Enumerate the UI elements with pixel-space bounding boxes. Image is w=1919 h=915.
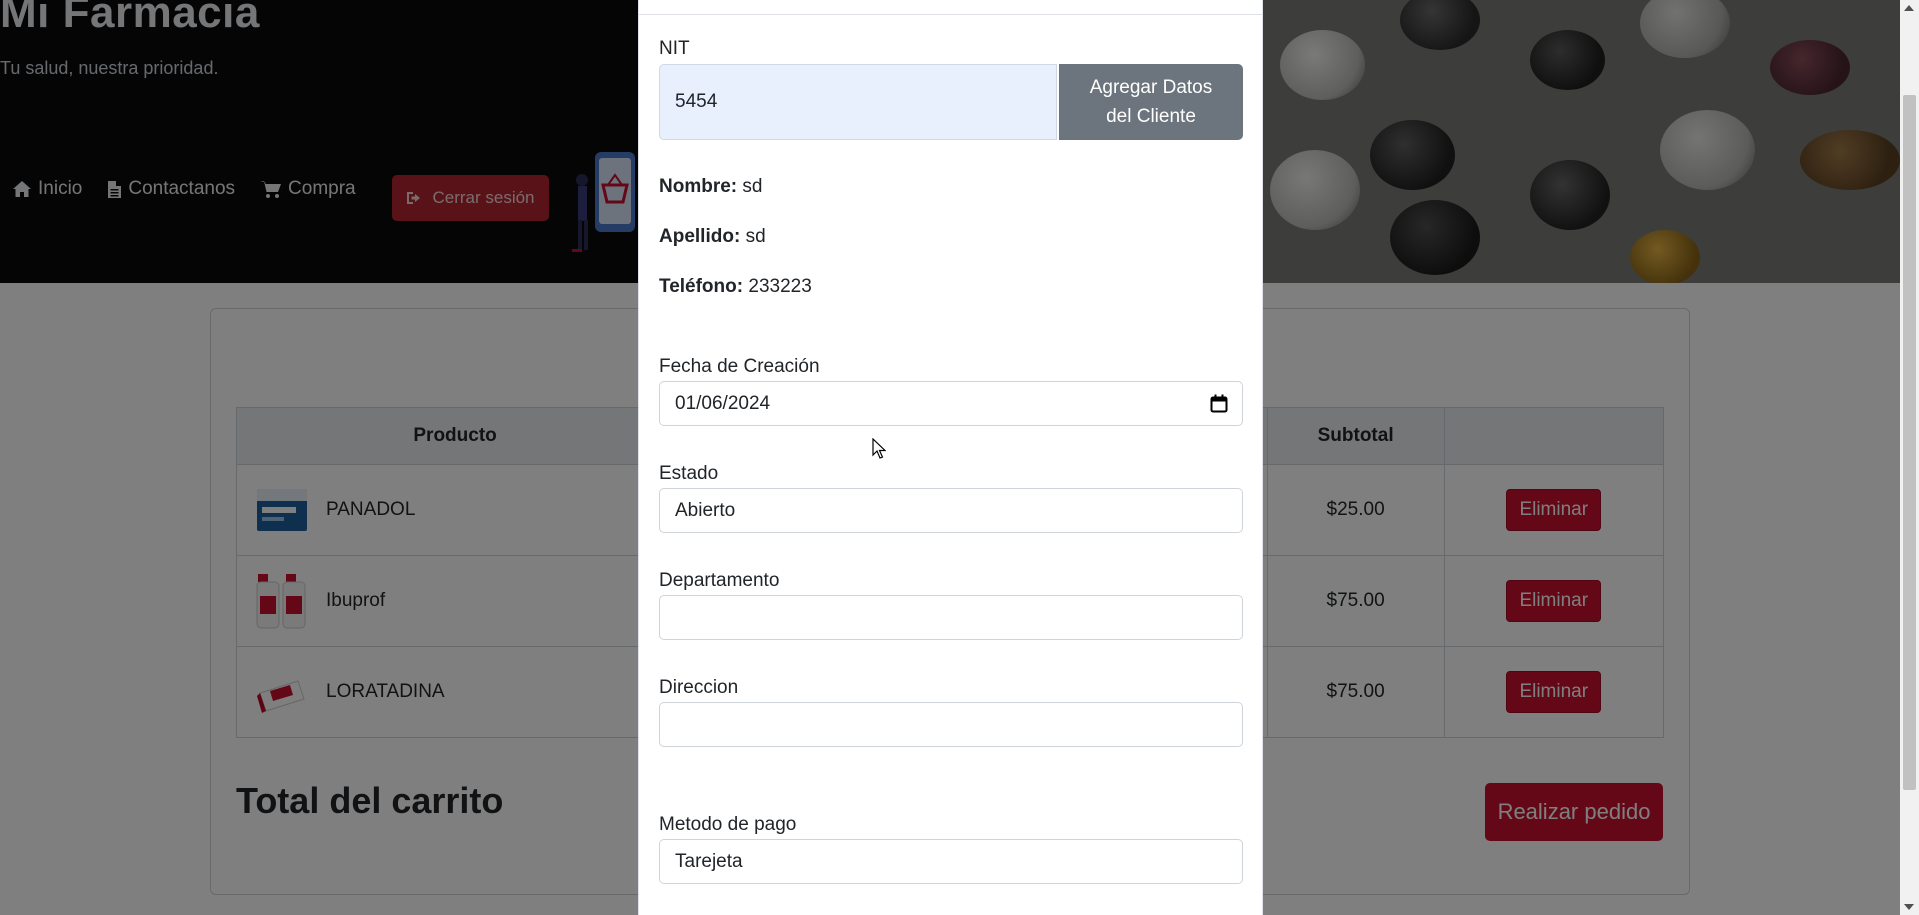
nombre-value: sd xyxy=(742,176,763,197)
modal-header-divider xyxy=(639,14,1262,15)
estado-value: Abierto xyxy=(675,499,736,521)
nombre-label: Nombre: xyxy=(659,176,738,197)
checkout-modal: NIT 5454 Agregar Datos del Cliente Nombr… xyxy=(638,0,1263,915)
estado-label: Estado xyxy=(659,463,719,484)
apellido-label: Apellido: xyxy=(659,226,741,247)
departamento-input[interactable] xyxy=(659,595,1243,640)
add-client-label: Agregar Datos del Cliente xyxy=(1089,77,1213,127)
scroll-up-arrow-icon[interactable] xyxy=(1904,5,1914,11)
nit-value: 5454 xyxy=(675,91,718,112)
estado-input[interactable]: Abierto xyxy=(659,488,1243,533)
scroll-down-arrow-icon[interactable] xyxy=(1904,904,1914,910)
metodo-pago-label: Metodo de pago xyxy=(659,814,797,835)
client-telefono: Teléfono: 233223 xyxy=(659,276,812,298)
fecha-value: 01/06/2024 xyxy=(675,392,771,414)
nit-input[interactable]: 5454 xyxy=(659,64,1057,140)
add-client-data-button[interactable]: Agregar Datos del Cliente xyxy=(1059,64,1243,140)
direccion-input[interactable] xyxy=(659,702,1243,747)
client-apellido: Apellido: sd xyxy=(659,226,766,248)
client-nombre: Nombre: sd xyxy=(659,176,762,198)
metodo-pago-value: Tarejeta xyxy=(675,850,743,872)
metodo-pago-input[interactable]: Tarejeta xyxy=(659,839,1243,884)
departamento-label: Departamento xyxy=(659,570,780,591)
direccion-label: Direccion xyxy=(659,677,739,698)
telefono-value: 233223 xyxy=(748,276,812,297)
nit-label: NIT xyxy=(659,38,690,59)
fecha-date-input[interactable]: 01/06/2024 xyxy=(659,381,1243,426)
mouse-cursor-icon xyxy=(872,438,886,459)
apellido-value: sd xyxy=(745,226,766,247)
fecha-label: Fecha de Creación xyxy=(659,356,820,377)
calendar-icon[interactable] xyxy=(1210,394,1228,413)
vertical-scrollbar[interactable] xyxy=(1900,0,1919,915)
scroll-thumb[interactable] xyxy=(1903,95,1916,790)
telefono-label: Teléfono: xyxy=(659,276,744,297)
